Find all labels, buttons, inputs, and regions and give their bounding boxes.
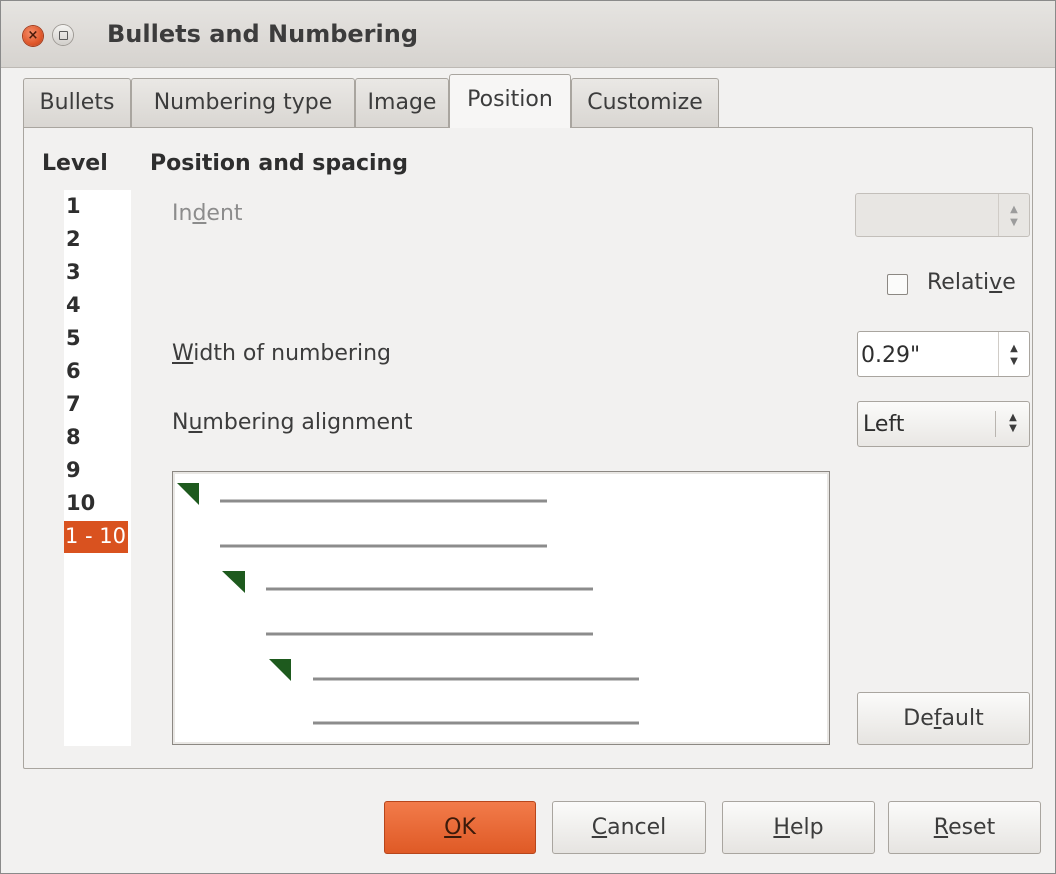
indent-label: Indent xyxy=(172,201,243,226)
level-item[interactable]: 10 xyxy=(66,488,95,520)
numbering-marker-icon xyxy=(269,659,291,681)
tab-bullets[interactable]: Bullets xyxy=(23,78,131,127)
dialog-window: × Bullets and Numbering Bullets Numberin… xyxy=(0,0,1056,874)
default-button[interactable]: Default xyxy=(857,692,1030,745)
select-arrows-icon: ▲ ▼ xyxy=(1009,412,1017,434)
width-value: 0.29" xyxy=(861,343,921,368)
level-item[interactable]: 4 xyxy=(66,290,81,322)
level-item[interactable]: 3 xyxy=(66,257,81,289)
title-bar: × Bullets and Numbering xyxy=(1,1,1055,68)
width-spinbox[interactable]: 0.29" ▲ ▼ xyxy=(857,331,1030,377)
level-item[interactable]: 9 xyxy=(66,455,81,487)
ok-button[interactable]: OK xyxy=(384,801,536,854)
width-label: Width of numbering xyxy=(172,341,392,366)
numbering-preview xyxy=(177,483,639,725)
relative-label: Relative xyxy=(927,270,1016,295)
level-item[interactable]: 1 xyxy=(66,191,81,223)
relative-checkbox[interactable] xyxy=(887,274,908,295)
alignment-select[interactable]: Left ▲ ▼ xyxy=(857,401,1030,447)
tab-position[interactable]: Position xyxy=(449,74,571,128)
alignment-label: Numbering alignment xyxy=(172,410,413,435)
position-spacing-heading: Position and spacing xyxy=(150,151,408,176)
indent-spin-arrows[interactable]: ▲ ▼ xyxy=(998,194,1029,236)
maximize-icon[interactable] xyxy=(53,25,73,45)
level-list[interactable]: 1 2 3 4 5 6 7 8 9 10 1 - 10 xyxy=(64,190,131,746)
level-heading: Level xyxy=(42,151,108,176)
cancel-button[interactable]: Cancel xyxy=(552,801,706,854)
indent-spinbox[interactable]: ▲ ▼ xyxy=(855,193,1030,237)
spin-down-icon[interactable]: ▼ xyxy=(999,218,1029,228)
level-item[interactable]: 5 xyxy=(66,323,81,355)
numbering-marker-icon xyxy=(222,571,245,593)
alignment-value: Left xyxy=(863,412,905,437)
spin-up-icon[interactable]: ▲ xyxy=(999,344,1029,354)
level-item[interactable]: 2 xyxy=(66,224,81,256)
help-button[interactable]: Help xyxy=(722,801,875,854)
window-title: Bullets and Numbering xyxy=(107,20,419,48)
tab-customize[interactable]: Customize xyxy=(571,78,719,127)
tab-image[interactable]: Image xyxy=(355,78,449,127)
width-spin-arrows[interactable]: ▲ ▼ xyxy=(998,332,1029,376)
select-divider xyxy=(995,411,996,437)
numbering-marker-icon xyxy=(177,483,199,505)
close-icon[interactable]: × xyxy=(23,26,43,46)
level-item-selected[interactable]: 1 - 10 xyxy=(64,521,129,553)
level-item[interactable]: 6 xyxy=(66,356,81,388)
tab-numbering-type[interactable]: Numbering type xyxy=(131,78,355,127)
reset-button[interactable]: Reset xyxy=(888,801,1041,854)
preview-box xyxy=(172,471,830,745)
spin-up-icon[interactable]: ▲ xyxy=(999,205,1029,215)
level-item[interactable]: 7 xyxy=(66,389,81,421)
spin-down-icon[interactable]: ▼ xyxy=(999,357,1029,367)
level-item[interactable]: 8 xyxy=(66,422,81,454)
